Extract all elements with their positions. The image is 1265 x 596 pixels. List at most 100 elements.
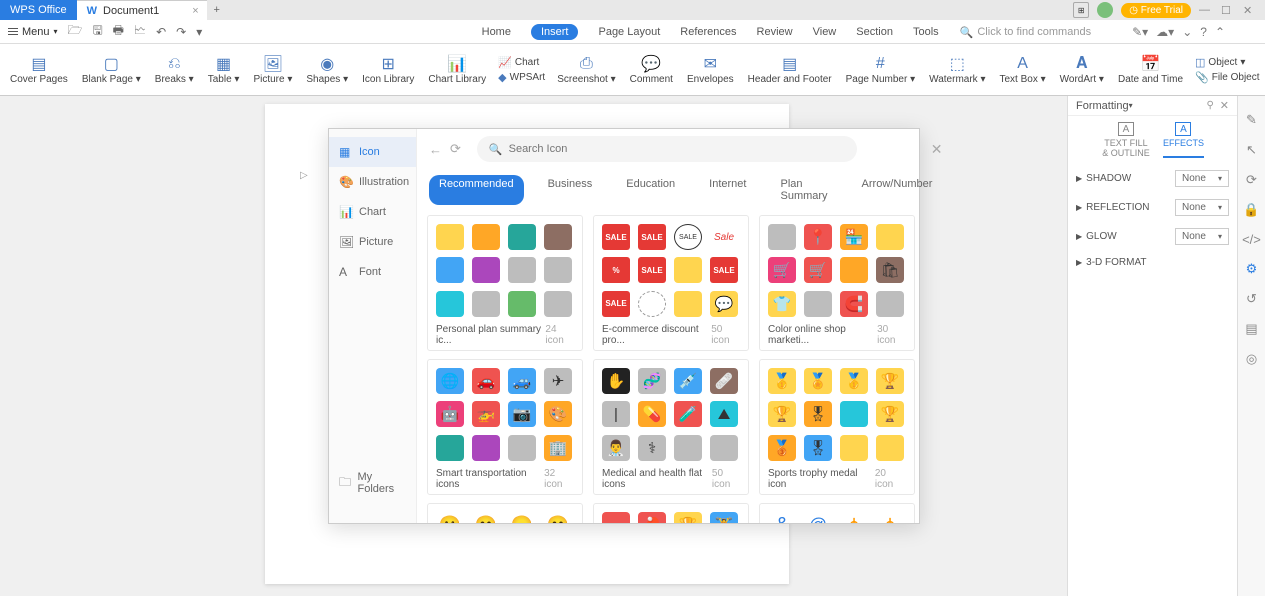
datetime-button[interactable]: 📅Date and Time [1112,52,1189,87]
side-icon[interactable]: ▦Icon [329,137,416,167]
grid-icon: ▦ [339,145,353,159]
redo-icon[interactable]: ↷ [176,25,186,39]
tab-text-fill-outline[interactable]: ATEXT FILL & OUTLINE [1101,122,1151,158]
side-picture[interactable]: 🖼Picture [329,227,416,257]
select-tool-icon[interactable]: ↖ [1246,142,1257,158]
table-button[interactable]: ▦Table ▾ [202,52,246,87]
icon-set[interactable]: &@⋔⋔ [759,503,915,523]
blank-page-button[interactable]: ▢Blank Page ▾ [76,52,147,87]
search-commands[interactable]: 🔍 Click to find commands [959,25,1092,40]
blank-icon: ▢ [104,54,119,74]
free-trial-badge[interactable]: ◷ Free Trial [1121,3,1191,18]
cover-pages-button[interactable]: ▤Cover Pages [4,52,74,87]
tab-home[interactable]: Home [482,26,511,38]
icon-set[interactable]: 🌐🚗🚙✈🤖🚁📷🎨🏢 Smart transportation icons32 i… [427,359,583,495]
tab-tools[interactable]: Tools [913,26,939,38]
icon-set[interactable]: Personal plan summary ic...24 icon [427,215,583,351]
reflection-select[interactable]: None▾ [1175,199,1229,216]
icon-set[interactable]: 📍🏪🛒🛒🛍👕🧲 Color online shop marketi...30 i… [759,215,915,351]
maximize-button[interactable]: ☐ [1221,4,1235,17]
icon-library-button[interactable]: ⊞Icon Library [356,52,420,87]
slider-icon[interactable]: ⚙ [1246,261,1258,277]
code-icon[interactable]: </> [1242,232,1261,247]
tab-page-layout[interactable]: Page Layout [598,26,660,38]
crop-tool-icon[interactable]: ⟳ [1246,172,1257,188]
print-icon[interactable]: 🖶 [113,21,124,42]
cat-plan-summary[interactable]: Plan Summary [770,175,837,205]
glow-select[interactable]: None▾ [1175,228,1229,245]
menu-button[interactable]: Menu ▾ [8,26,58,38]
collapse-ribbon-icon[interactable]: ⌃ [1215,25,1225,39]
chart-button[interactable]: 📈Chart [498,56,545,69]
document-tab[interactable]: W Document1 × [77,0,207,20]
close-icon[interactable]: ✕ [931,141,943,158]
file-object-button[interactable]: 📎File Object [1195,71,1260,84]
tab-section[interactable]: Section [856,26,893,38]
new-tab-button[interactable]: + [207,4,227,16]
tab-review[interactable]: Review [757,26,793,38]
pin-icon[interactable]: ⚲ [1206,100,1213,111]
style-icon[interactable]: ✎▾ [1132,25,1148,39]
icon-set[interactable]: —🏓🏆🏋 [593,503,749,523]
grid-icon[interactable]: ⊞ [1073,2,1089,18]
edit-tool-icon[interactable]: ✎ [1246,112,1257,128]
side-illustration[interactable]: 🎨Illustration [329,167,416,197]
side-my-folders[interactable]: 🗀My Folders [329,463,416,503]
watermark-button[interactable]: ⬚Watermark ▾ [923,52,991,87]
picture-button[interactable]: 🖼Picture ▾ [247,52,298,87]
wordart-button[interactable]: 𝐀WordArt ▾ [1054,52,1110,87]
chart-library-button[interactable]: 📊Chart Library [422,52,492,87]
comment-button[interactable]: 💬Comment [624,52,679,87]
more-icon[interactable]: ▾ [196,25,202,39]
save-icon[interactable]: 🖫 [92,21,102,42]
cat-education[interactable]: Education [616,175,685,205]
icon-set[interactable]: ✋🧬💉🩹|💊🧪⛰👨‍⚕️⚕ Medical and health flat ic… [593,359,749,495]
layers-icon[interactable]: ▤ [1245,321,1257,337]
icon-set[interactable]: 🥇🏅🥇🏆🏆🎖🏆🥉🎖 Sports trophy medal icon20 ico… [759,359,915,495]
cat-recommended[interactable]: Recommended [429,175,524,205]
side-font[interactable]: AFont [329,257,416,287]
avatar[interactable] [1097,2,1113,18]
help-icon[interactable]: ? [1200,25,1207,39]
page-number-button[interactable]: #Page Number ▾ [840,52,922,87]
search-input[interactable]: 🔍 [477,136,857,162]
tab-view[interactable]: View [813,26,837,38]
tab-effects[interactable]: AEFFECTS [1163,122,1204,158]
undo-icon[interactable]: ↶ [156,25,166,39]
refresh-icon[interactable]: ⟳ [450,141,461,157]
history-icon[interactable]: ↺ [1246,291,1257,307]
minimize-button[interactable]: — [1199,4,1213,16]
shadow-select[interactable]: None▾ [1175,170,1229,187]
breaks-button[interactable]: ⎌Breaks ▾ [149,52,200,87]
screenshot-button[interactable]: ⎙Screenshot ▾ [551,52,621,87]
cat-arrow-number[interactable]: Arrow/Number [852,175,943,205]
app-name: WPS Office [10,4,67,16]
close-pane-icon[interactable]: ✕ [1220,99,1229,112]
cat-business[interactable]: Business [538,175,603,205]
cat-internet[interactable]: Internet [699,175,756,205]
app-tab[interactable]: WPS Office [0,0,77,20]
comment-icon: 💬 [641,54,661,74]
side-chart[interactable]: 📊Chart [329,197,416,227]
shapes-button[interactable]: ◉Shapes ▾ [300,52,354,87]
search-field[interactable] [509,143,845,155]
open-icon[interactable]: 🗁 [68,21,83,42]
tab-references[interactable]: References [680,26,736,38]
header-footer-button[interactable]: ▤Header and Footer [742,52,838,87]
settings-icon[interactable]: ⌄ [1182,25,1192,39]
icon-set[interactable]: 😷😊😠😄 [427,503,583,523]
tab-insert[interactable]: Insert [531,24,579,40]
textbox-button[interactable]: AText Box ▾ [993,52,1051,87]
lock-tool-icon[interactable]: 🔒 [1243,202,1259,218]
wpsart-button[interactable]: ◆WPSArt [498,71,545,84]
share-icon[interactable]: ☁▾ [1156,25,1174,39]
object-button[interactable]: ◫Object ▾ [1195,56,1260,69]
close-tab-icon[interactable]: × [192,5,198,17]
close-button[interactable]: ✕ [1243,4,1257,17]
picture-icon: 🖼 [263,54,283,74]
eye-icon[interactable]: ◎ [1246,351,1257,367]
envelopes-button[interactable]: ✉Envelopes [681,52,740,87]
icon-set[interactable]: SALESALESALESale%SALESALESALE💬 E-commerc… [593,215,749,351]
back-icon[interactable]: ← [429,142,442,157]
preview-icon[interactable]: 🗠 [134,21,146,42]
